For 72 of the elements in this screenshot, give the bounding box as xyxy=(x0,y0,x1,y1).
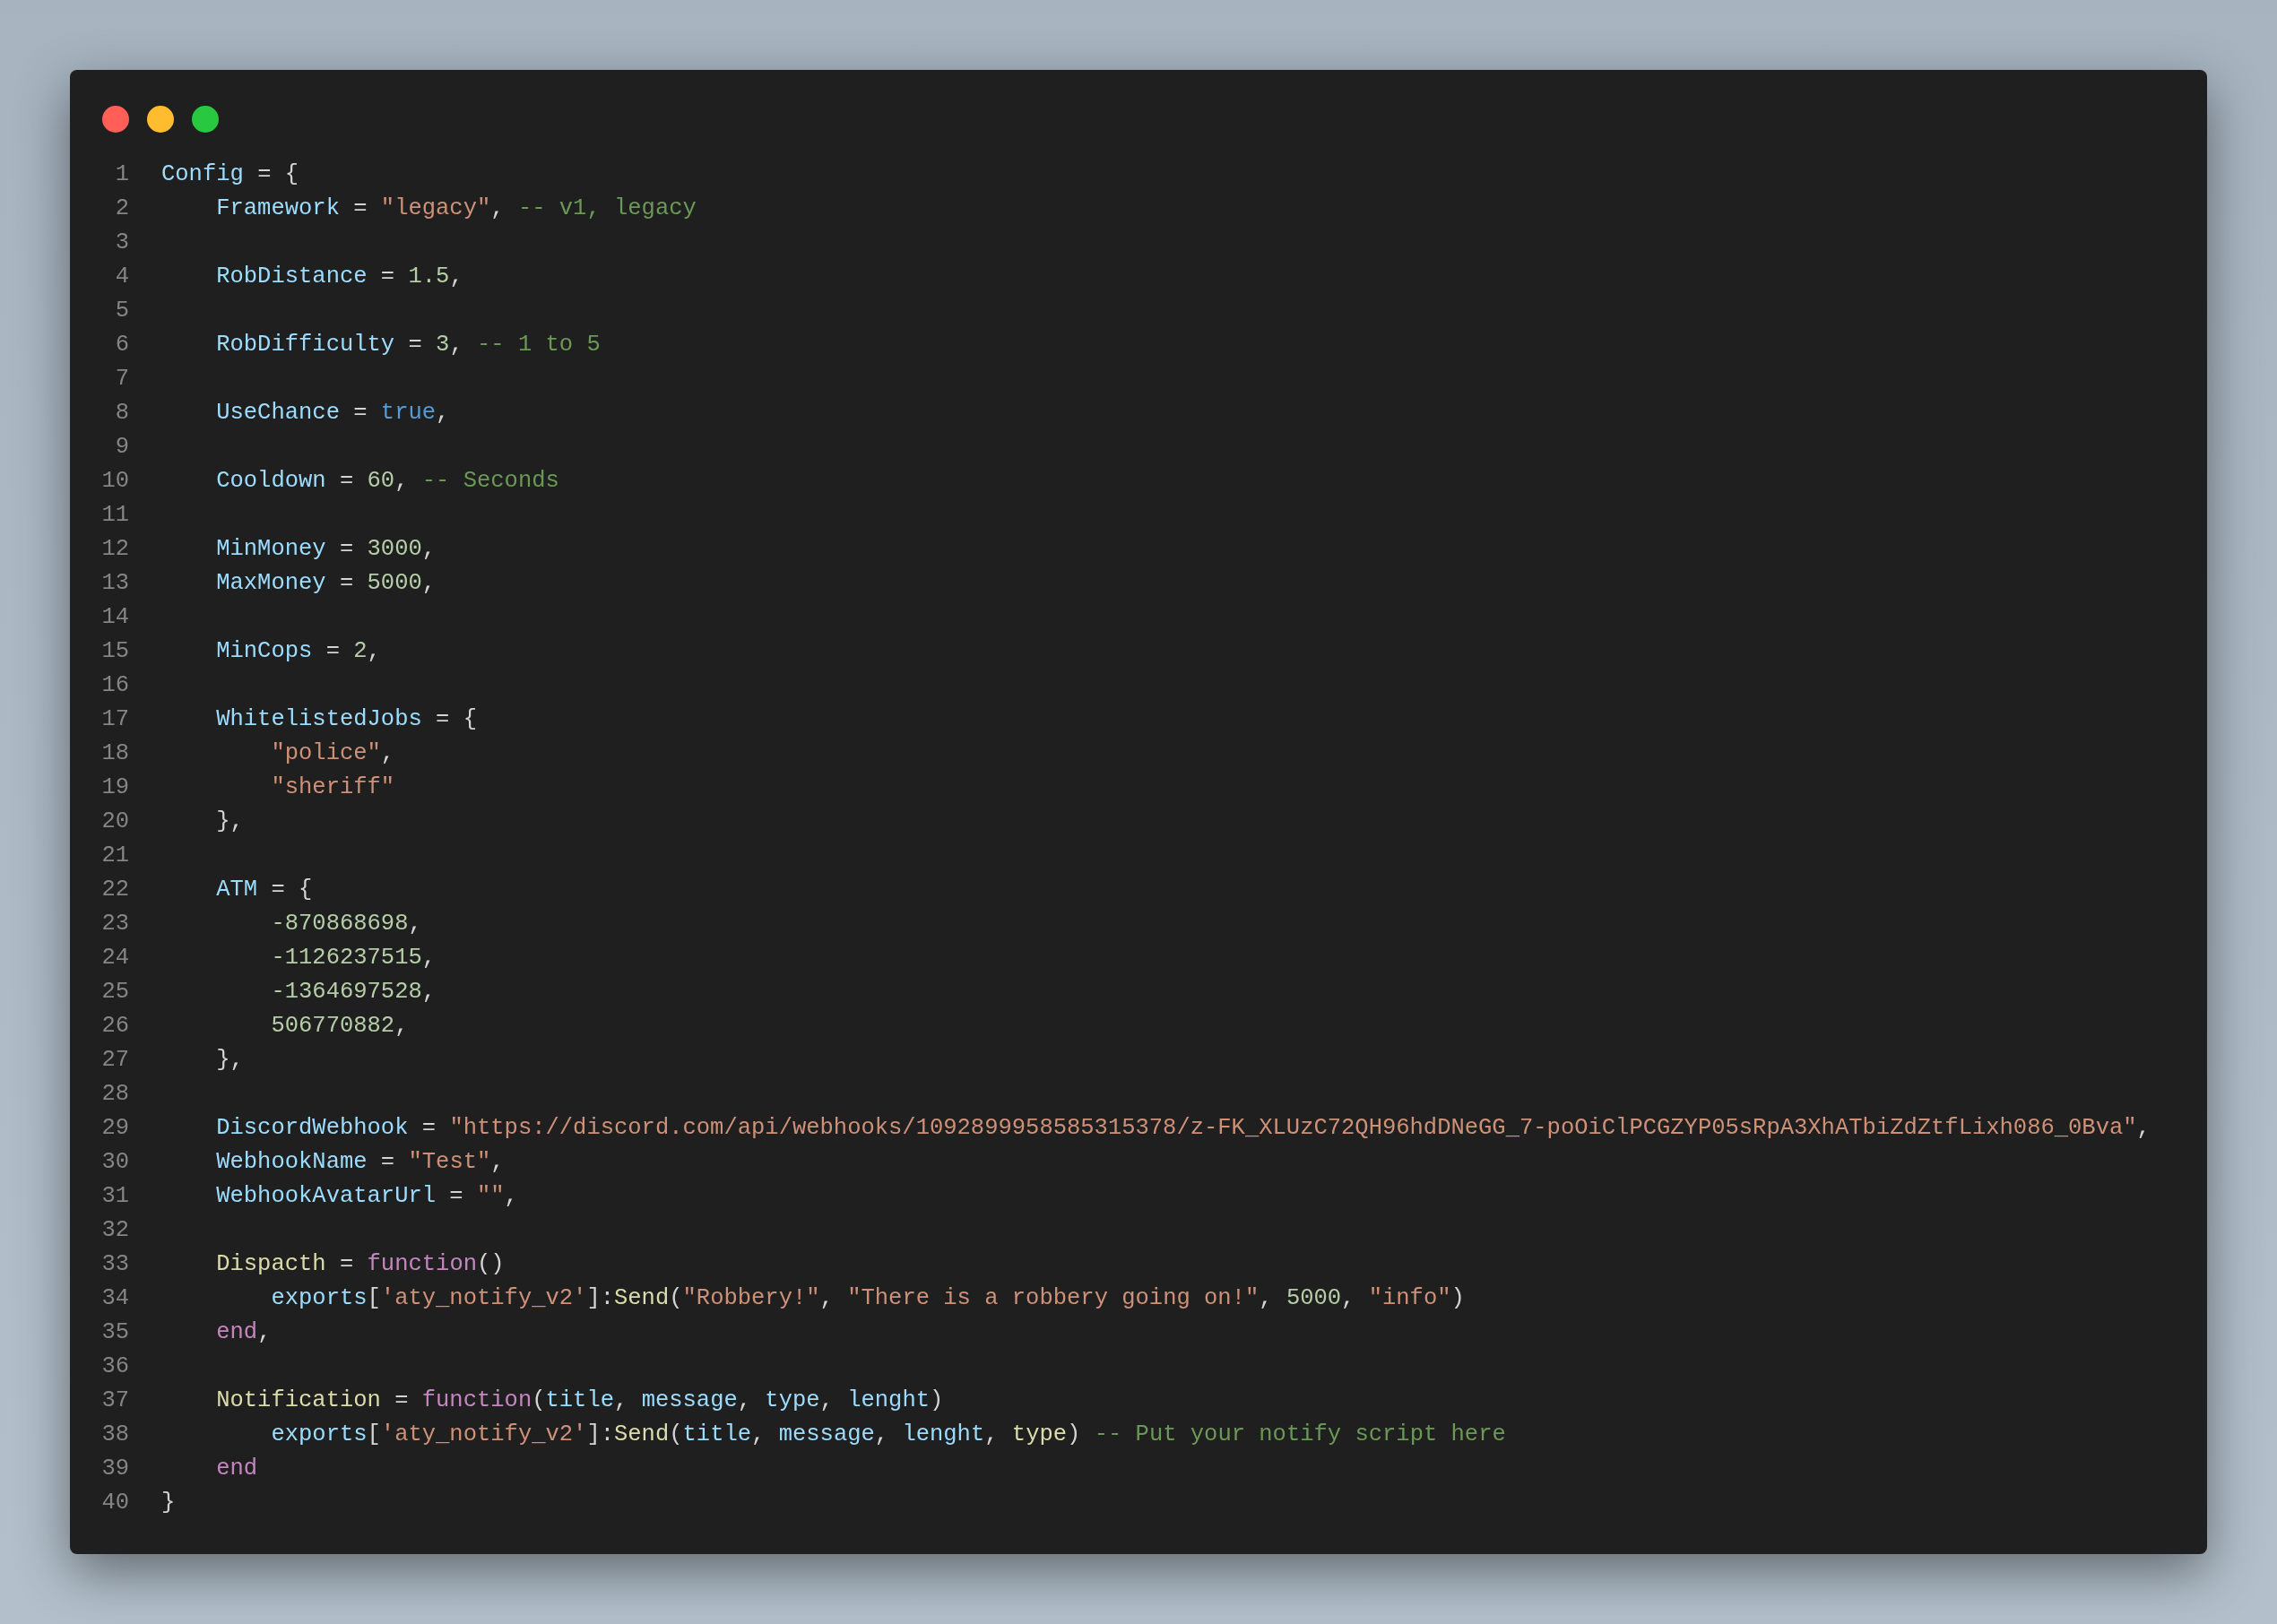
line-number: 5 xyxy=(115,297,129,325)
line-number: 14 xyxy=(101,603,129,632)
line-number: 11 xyxy=(101,501,129,530)
line-number: 17 xyxy=(101,705,129,734)
line-number: 18 xyxy=(101,739,129,768)
line-number: 22 xyxy=(101,876,129,904)
code-line: -870868698, xyxy=(270,910,422,938)
line-number: 29 xyxy=(101,1114,129,1143)
line-number: 39 xyxy=(101,1455,129,1483)
line-number: 28 xyxy=(101,1080,129,1109)
line-number: 3 xyxy=(115,229,129,257)
code-line: }, xyxy=(215,1046,244,1075)
code-line: UseChance = true, xyxy=(215,399,450,428)
line-number: 13 xyxy=(101,569,129,598)
code-line: Cooldown = 60, -- Seconds xyxy=(215,467,559,496)
code-line: exports['aty_notify_v2']:Send(title, message, lenght, type) -- Put your notify script here xyxy=(270,1421,1506,1449)
code-line: 506770882, xyxy=(270,1012,409,1041)
code-line: -1364697528, xyxy=(270,978,437,1006)
code-line: end xyxy=(215,1455,258,1483)
line-number: 8 xyxy=(115,399,129,428)
line-number: 15 xyxy=(101,637,129,666)
code-line: Framework = "legacy", -- v1, legacy xyxy=(215,194,697,223)
code-line: "sheriff" xyxy=(270,773,395,802)
line-number: 26 xyxy=(101,1012,129,1041)
code-line: Config = { xyxy=(161,160,299,189)
line-number: 19 xyxy=(101,773,129,802)
line-number: 35 xyxy=(101,1318,129,1347)
line-number: 30 xyxy=(101,1148,129,1177)
line-number: 20 xyxy=(101,808,129,836)
code-line: -1126237515, xyxy=(270,944,437,972)
line-number: 32 xyxy=(101,1216,129,1245)
code-line: Dispacth = function() xyxy=(215,1250,505,1279)
line-number: 37 xyxy=(101,1386,129,1415)
code-line: WebhookName = "Test", xyxy=(215,1148,505,1177)
line-number: 4 xyxy=(115,263,129,291)
code-line: WhitelistedJobs = { xyxy=(215,705,477,734)
line-number: 21 xyxy=(101,842,129,870)
line-number: 36 xyxy=(101,1352,129,1381)
code-line: "police", xyxy=(270,739,395,768)
line-number: 25 xyxy=(101,978,129,1006)
line-number: 23 xyxy=(101,910,129,938)
line-number: 24 xyxy=(101,944,129,972)
line-number: 16 xyxy=(101,671,129,700)
line-number: 6 xyxy=(115,331,129,359)
code-line: Notification = function(title, message, type, lenght) xyxy=(215,1386,944,1415)
line-number: 1 xyxy=(115,160,129,189)
window-control-dot[interactable] xyxy=(147,106,174,133)
line-number: 27 xyxy=(101,1046,129,1075)
line-number: 9 xyxy=(115,433,129,462)
code-line: } xyxy=(161,1489,176,1517)
line-number: 38 xyxy=(101,1421,129,1449)
line-number: 34 xyxy=(101,1284,129,1313)
code-line: RobDifficulty = 3, -- 1 to 5 xyxy=(215,331,601,359)
code-line: MinCops = 2, xyxy=(215,637,381,666)
line-number: 31 xyxy=(101,1182,129,1211)
line-number: 10 xyxy=(101,467,129,496)
window-control-dot[interactable] xyxy=(192,106,219,133)
line-number: 2 xyxy=(115,194,129,223)
code-line: WebhookAvatarUrl = "", xyxy=(215,1182,518,1211)
code-line: end, xyxy=(215,1318,272,1347)
code-line: exports['aty_notify_v2']:Send("Robbery!", "There is a robbery going on!", 5000, "info") xyxy=(270,1284,1465,1313)
line-number: 7 xyxy=(115,365,129,393)
line-number: 40 xyxy=(101,1489,129,1517)
code-line: DiscordWebhook = "https://discord.com/api/webhooks/1092899958585315378/z-FK_XLUzC72QH96hdDNeGG_7-poOiClPCGZYP05sRpA3XhATbiZdZtfLixh086_0Bva", xyxy=(215,1114,2151,1143)
line-number: 12 xyxy=(101,535,129,564)
line-number: 33 xyxy=(101,1250,129,1279)
code-line: MaxMoney = 5000, xyxy=(215,569,437,598)
code-line: }, xyxy=(215,808,244,836)
code-line: RobDistance = 1.5, xyxy=(215,263,463,291)
code-line: ATM = { xyxy=(215,876,313,904)
code-line: MinMoney = 3000, xyxy=(215,535,437,564)
window-control-dot[interactable] xyxy=(102,106,129,133)
